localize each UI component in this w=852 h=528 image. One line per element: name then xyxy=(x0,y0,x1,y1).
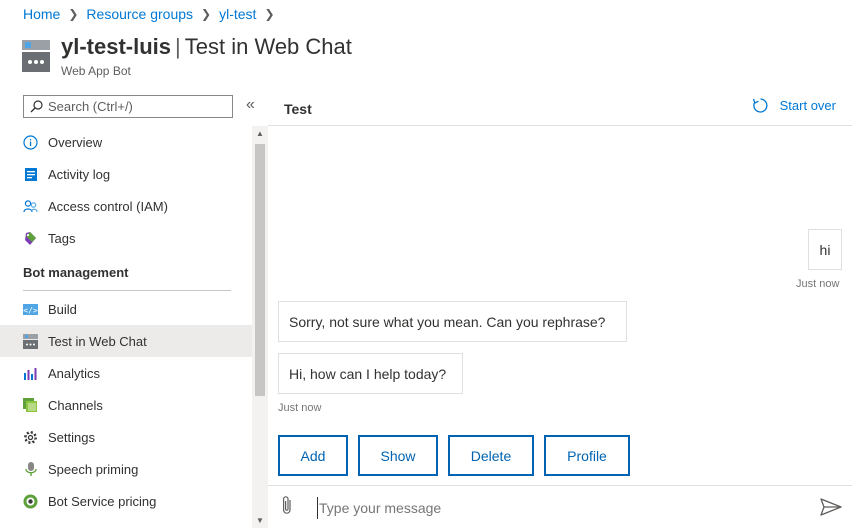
sidebar-item-label: Speech priming xyxy=(48,461,139,477)
sidebar-item-label: Analytics xyxy=(48,365,101,381)
chevron-right-icon: ❯ xyxy=(201,7,212,21)
sidebar-item-settings[interactable]: Settings xyxy=(0,421,252,453)
blade-name: Test in Web Chat xyxy=(184,34,352,59)
add-button[interactable]: Add xyxy=(278,435,348,476)
breadcrumb-home[interactable]: Home xyxy=(23,6,60,22)
chat-title: Test xyxy=(284,100,312,117)
channels-icon xyxy=(23,397,38,413)
scroll-up-icon[interactable]: ▲ xyxy=(256,129,264,138)
message-composer xyxy=(268,485,852,528)
chevron-right-icon: ❯ xyxy=(264,7,275,21)
message-timestamp: Just now xyxy=(278,402,322,414)
sidebar-item-speech-priming[interactable]: Speech priming xyxy=(0,453,252,485)
message-text: Sorry, not sure what you mean. Can you r… xyxy=(289,313,606,330)
sidebar-item-label: Build xyxy=(48,301,77,317)
gear-icon xyxy=(23,430,38,445)
section-bot-management: Bot management xyxy=(23,264,129,280)
divider xyxy=(23,290,231,291)
search-icon xyxy=(30,100,43,113)
sidebar-item-label: Activity log xyxy=(48,166,111,182)
sidebar-item-label: Settings xyxy=(48,429,95,445)
web-app-bot-icon xyxy=(22,40,50,72)
sidebar-item-label: Access control (IAM) xyxy=(48,198,168,214)
web-chat-panel: Test Start over hi Just now Sorry, not s… xyxy=(268,92,852,528)
sidebar-item-label: Tags xyxy=(48,230,76,246)
collapse-sidebar-icon[interactable]: « xyxy=(246,96,255,114)
svg-text:</>: </> xyxy=(23,306,38,315)
message-timestamp: Just now xyxy=(796,278,840,290)
sidebar-item-channels[interactable]: Channels xyxy=(0,389,252,421)
message-text: Hi, how can I help today? xyxy=(289,365,447,382)
people-icon xyxy=(23,199,38,214)
paperclip-icon[interactable] xyxy=(280,494,294,521)
sidebar-item-access-control[interactable]: Access control (IAM) xyxy=(0,190,252,222)
message-text: hi xyxy=(819,241,831,258)
send-icon[interactable] xyxy=(820,498,842,521)
tag-icon xyxy=(23,231,38,246)
breadcrumb-resource-groups[interactable]: Resource groups xyxy=(86,6,193,22)
sidebar-item-label: Bot Service pricing xyxy=(48,493,157,509)
activity-log-icon xyxy=(23,167,38,182)
sidebar-item-bot-service-pricing[interactable]: Bot Service pricing xyxy=(0,485,252,517)
sidebar-nav: Overview Activity log Access control (IA… xyxy=(0,126,252,517)
sidebar-item-label: Channels xyxy=(48,397,103,413)
sidebar-scrollbar[interactable]: ▲ ▼ xyxy=(252,126,268,528)
show-button[interactable]: Show xyxy=(358,435,438,476)
start-over-label: Start over xyxy=(779,98,836,113)
sidebar-item-build[interactable]: </> Build xyxy=(0,293,252,325)
chevron-right-icon: ❯ xyxy=(68,7,79,21)
sidebar-item-analytics[interactable]: Analytics xyxy=(0,357,252,389)
sidebar-item-label: Test in Web Chat xyxy=(48,333,147,349)
sidebar-item-tags[interactable]: Tags xyxy=(0,222,252,254)
bot-icon xyxy=(23,333,38,349)
code-icon: </> xyxy=(23,302,38,317)
scrollbar-thumb[interactable] xyxy=(255,144,265,396)
pricing-icon xyxy=(23,494,38,509)
resource-name: yl-test-luis xyxy=(61,34,172,59)
sidebar-item-activity-log[interactable]: Activity log xyxy=(0,158,252,190)
bot-message: Sorry, not sure what you mean. Can you r… xyxy=(278,301,627,342)
user-message: hi xyxy=(808,229,842,270)
delete-button[interactable]: Delete xyxy=(448,435,534,476)
search-box[interactable]: Search (Ctrl+/) xyxy=(23,95,233,118)
search-input[interactable]: Search (Ctrl+/) xyxy=(48,99,133,114)
page-header: yl-test-luis | Test in Web Chat Web App Bo… xyxy=(22,36,352,78)
analytics-icon xyxy=(23,366,38,381)
sidebar: Search (Ctrl+/) « Overview Activity log … xyxy=(0,92,268,528)
breadcrumb: Home ❯ Resource groups ❯ yl-test ❯ xyxy=(23,6,283,22)
microphone-icon xyxy=(23,461,38,477)
start-over-button[interactable]: Start over xyxy=(752,97,836,114)
profile-button[interactable]: Profile xyxy=(544,435,630,476)
page-title: yl-test-luis | Test in Web Chat xyxy=(61,34,352,59)
info-icon xyxy=(23,134,38,150)
refresh-icon xyxy=(752,98,768,113)
bot-message: Hi, how can I help today? xyxy=(278,353,463,394)
resource-type: Web App Bot xyxy=(61,64,131,78)
scroll-down-icon[interactable]: ▼ xyxy=(256,516,264,525)
message-input[interactable] xyxy=(317,497,797,519)
sidebar-item-test-in-web-chat[interactable]: Test in Web Chat xyxy=(0,325,252,357)
breadcrumb-yl-test[interactable]: yl-test xyxy=(219,6,256,22)
sidebar-item-overview[interactable]: Overview xyxy=(0,126,252,158)
sidebar-item-label: Overview xyxy=(48,134,103,150)
